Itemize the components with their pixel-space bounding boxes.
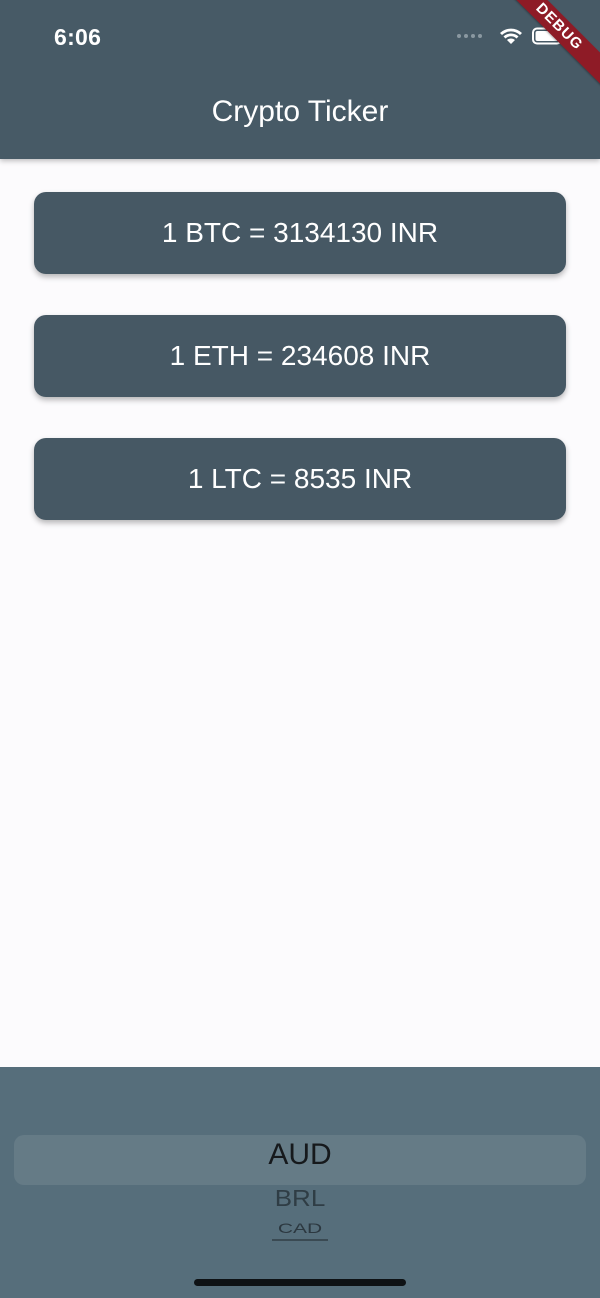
picker-option[interactable]: CAD xyxy=(0,1221,600,1237)
picker-option-faded xyxy=(0,1237,600,1242)
rate-card-btc: 1 BTC = 3134130 INR xyxy=(34,192,566,274)
rate-card-label: 1 BTC = 3134130 INR xyxy=(161,217,439,248)
picker-option[interactable]: BRL xyxy=(0,1185,600,1213)
rate-card-list: 1 BTC = 3134130 INR 1 ETH = 234608 INR 1… xyxy=(34,192,566,561)
wifi-icon xyxy=(500,28,522,44)
app-screen: 6:06 Crypto Ticker DEBUG 1 BTC = 3134130… xyxy=(0,0,600,1298)
app-bar: 6:06 Crypto Ticker xyxy=(0,0,600,159)
rate-card-ltc: 1 LTC = 8535 INR xyxy=(34,438,566,520)
currency-picker[interactable]: AUD BRL CAD xyxy=(0,1067,600,1298)
picker-option-selected[interactable]: AUD xyxy=(0,1138,600,1172)
page-title: Crypto Ticker xyxy=(211,95,389,128)
rate-card-eth: 1 ETH = 234608 INR xyxy=(34,315,566,397)
rate-card-label: 1 ETH = 234608 INR xyxy=(169,340,431,371)
cellular-signal-icon xyxy=(457,34,482,38)
rate-card-label: 1 LTC = 8535 INR xyxy=(187,463,413,494)
status-time: 6:06 xyxy=(54,24,102,50)
home-indicator[interactable] xyxy=(194,1279,406,1286)
